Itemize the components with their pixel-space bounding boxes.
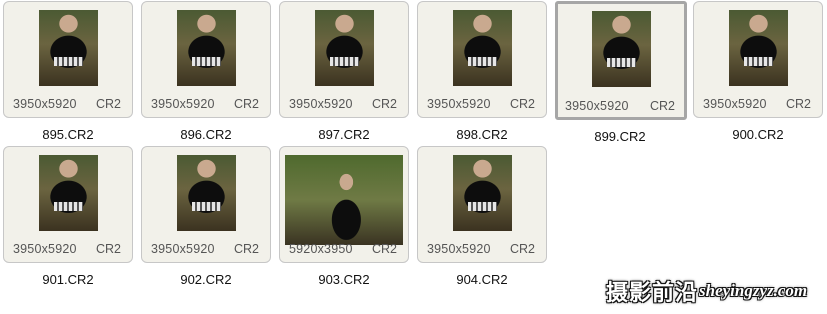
photo-scene [177, 155, 236, 231]
photo-detail [53, 57, 84, 67]
photo-preview-image [729, 10, 788, 86]
file-thumbnail-tile[interactable]: 3950x5920 CR2 902.CR2 [141, 146, 271, 287]
file-name-label[interactable]: 896.CR2 [141, 127, 271, 142]
thumbnail-frame[interactable]: 3950x5920 CR2 [417, 1, 547, 118]
file-type-label: CR2 [509, 242, 535, 256]
photo-detail [467, 57, 498, 67]
file-name-label[interactable]: 899.CR2 [555, 129, 685, 144]
photo-preview-image [39, 155, 98, 231]
thumbnail-frame[interactable]: 3950x5920 CR2 [3, 146, 133, 263]
watermark-domain-text: sheyingzyz.com [699, 281, 808, 300]
thumbnail-frame[interactable]: 3950x5920 CR2 [693, 1, 823, 118]
photo-scene [315, 10, 374, 86]
image-dimensions-label: 3950x5920 [13, 242, 77, 256]
thumbnail-frame[interactable]: 3950x5920 CR2 [141, 146, 271, 263]
image-dimensions-label: 3950x5920 [151, 242, 215, 256]
photo-detail [329, 57, 360, 67]
file-thumbnail-tile[interactable]: 3950x5920 CR2 895.CR2 [3, 1, 133, 142]
file-thumbnail-tile[interactable]: 3950x5920 CR2 897.CR2 [279, 1, 409, 142]
image-dimensions-label: 5920x3950 [289, 242, 353, 256]
image-dimensions-label: 3950x5920 [13, 97, 77, 111]
watermark-chinese-text: 摄影前沿 [606, 280, 699, 305]
image-dimensions-label: 3950x5920 [427, 242, 491, 256]
photo-scene [285, 155, 403, 245]
image-dimensions-label: 3950x5920 [289, 97, 353, 111]
photo-scene [453, 155, 512, 231]
photo-scene [39, 155, 98, 231]
photo-preview-image [39, 10, 98, 86]
photo-scene [729, 10, 788, 86]
thumbnail-frame[interactable]: 3950x5920 CR2 [279, 1, 409, 118]
file-name-label[interactable]: 904.CR2 [417, 272, 547, 287]
photo-preview-image [453, 10, 512, 86]
image-dimensions-label: 3950x5920 [151, 97, 215, 111]
thumbnail-frame[interactable]: 3950x5920 CR2 [555, 1, 687, 120]
photo-detail [743, 57, 774, 67]
photo-scene [453, 10, 512, 86]
photo-detail [53, 202, 84, 212]
file-type-label: CR2 [785, 97, 811, 111]
file-type-label: CR2 [649, 99, 675, 113]
file-name-label[interactable]: 900.CR2 [693, 127, 823, 142]
file-thumbnail-tile[interactable]: 3950x5920 CR2 896.CR2 [141, 1, 271, 142]
photo-preview-image [453, 155, 512, 231]
file-type-label: CR2 [371, 242, 397, 256]
thumbnail-frame[interactable]: 3950x5920 CR2 [3, 1, 133, 118]
image-dimensions-label: 3950x5920 [427, 97, 491, 111]
file-type-label: CR2 [95, 97, 121, 111]
photo-scene [177, 10, 236, 86]
file-thumbnail-tile[interactable]: 3950x5920 CR2 901.CR2 [3, 146, 133, 287]
watermark: 摄影前沿 sheyingzyz.com [606, 274, 827, 308]
file-name-label[interactable]: 901.CR2 [3, 272, 133, 287]
thumbnail-frame[interactable]: 3950x5920 CR2 [417, 146, 547, 263]
photo-detail [191, 202, 222, 212]
photo-scene [39, 10, 98, 86]
photo-detail [606, 58, 637, 68]
file-type-label: CR2 [233, 97, 259, 111]
file-name-label[interactable]: 897.CR2 [279, 127, 409, 142]
photo-detail [191, 57, 222, 67]
file-thumbnail-tile[interactable]: 5920x3950 CR2 903.CR2 [279, 146, 409, 287]
file-thumbnail-tile[interactable]: 3950x5920 CR2 904.CR2 [417, 146, 547, 287]
photo-preview-image [177, 10, 236, 86]
photo-detail [467, 202, 498, 212]
file-name-label[interactable]: 902.CR2 [141, 272, 271, 287]
thumbnail-frame[interactable]: 5920x3950 CR2 [279, 146, 409, 263]
file-name-label[interactable]: 895.CR2 [3, 127, 133, 142]
photo-scene [592, 11, 651, 87]
file-type-label: CR2 [509, 97, 535, 111]
file-type-label: CR2 [95, 242, 121, 256]
image-dimensions-label: 3950x5920 [565, 99, 629, 113]
photo-preview-image [285, 155, 403, 245]
file-name-label[interactable]: 903.CR2 [279, 272, 409, 287]
image-dimensions-label: 3950x5920 [703, 97, 767, 111]
file-thumbnail-tile[interactable]: 3950x5920 CR2 900.CR2 [693, 1, 823, 142]
photo-preview-image [177, 155, 236, 231]
file-name-label[interactable]: 898.CR2 [417, 127, 547, 142]
file-type-label: CR2 [233, 242, 259, 256]
file-thumbnail-tile[interactable]: 3950x5920 CR2 898.CR2 [417, 1, 547, 142]
file-thumbnail-tile[interactable]: 3950x5920 CR2 899.CR2 [555, 1, 687, 144]
thumbnail-frame[interactable]: 3950x5920 CR2 [141, 1, 271, 118]
photo-preview-image [592, 11, 651, 87]
photo-preview-image [315, 10, 374, 86]
file-type-label: CR2 [371, 97, 397, 111]
